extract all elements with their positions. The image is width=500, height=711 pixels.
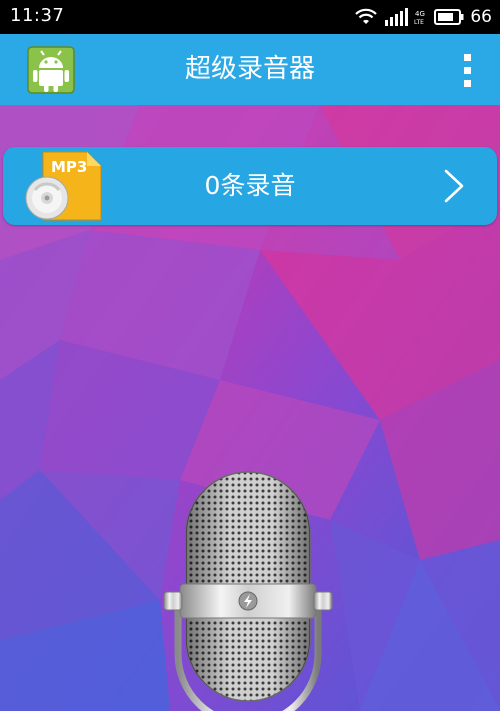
chevron-right-icon: [444, 169, 464, 203]
more-vertical-icon-dot: [463, 80, 471, 87]
microphone-record-button[interactable]: [158, 464, 338, 711]
wifi-icon: [355, 8, 378, 24]
app-bar: 超级录音器: [0, 34, 500, 105]
signal-icon: [385, 8, 409, 26]
network-type-icon: 4G LTE: [414, 10, 425, 26]
app-screen: 11:37 4G LTE 66 超级录音器 MP3 0条录音: [0, 0, 500, 711]
status-icons: 4G LTE 66: [354, 6, 492, 28]
app-title: 超级录音器: [184, 54, 315, 84]
more-vertical-icon-dot: [463, 67, 471, 74]
svg-text:4G: 4G: [415, 10, 425, 18]
status-time: 11:37: [10, 5, 65, 26]
more-menu-button[interactable]: [460, 52, 474, 88]
more-vertical-icon-dot: [463, 54, 471, 61]
status-bar: 11:37 4G LTE 66: [0, 0, 500, 34]
battery-percent: 66: [470, 7, 492, 27]
recordings-count-label: 0条录音: [204, 171, 296, 200]
battery-icon: [434, 9, 464, 25]
recordings-list-button[interactable]: MP3 0条录音: [3, 147, 497, 225]
svg-text:LTE: LTE: [414, 19, 424, 26]
